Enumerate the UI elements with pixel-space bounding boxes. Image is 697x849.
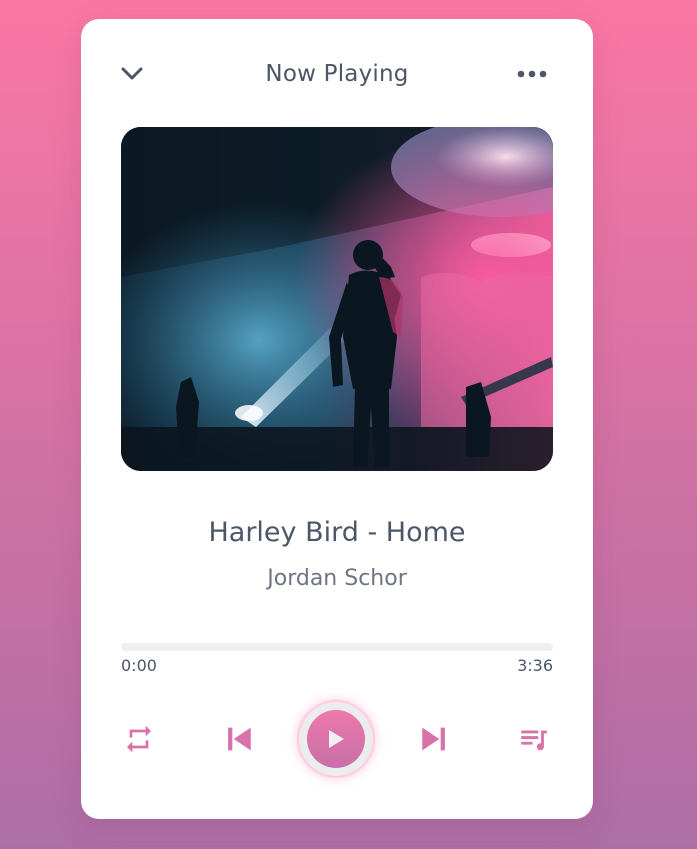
play-button[interactable]	[299, 702, 373, 776]
current-time: 0:00	[121, 656, 157, 675]
track-title: Harley Bird - Home	[208, 517, 466, 548]
next-track-button[interactable]	[415, 719, 455, 759]
total-time: 3:36	[517, 656, 553, 675]
more-horizontal-icon	[517, 70, 547, 78]
play-icon	[329, 730, 344, 748]
playback-controls	[81, 699, 593, 779]
repeat-button[interactable]	[119, 719, 159, 759]
track-artist: Jordan Schor	[267, 566, 407, 591]
repeat-icon	[127, 725, 151, 753]
playlist-icon	[521, 730, 547, 751]
skip-previous-icon	[228, 727, 251, 751]
more-options-button[interactable]	[515, 57, 549, 91]
skip-next-icon	[422, 727, 445, 751]
player-card: Now Playing Harley Bird - Home Jordan Sc…	[81, 19, 593, 819]
player-header: Now Playing	[81, 19, 593, 129]
previous-track-button[interactable]	[218, 719, 258, 759]
album-cover-image	[121, 127, 553, 471]
queue-button[interactable]	[514, 719, 554, 759]
play-button-face	[307, 710, 365, 768]
progress-bar[interactable]	[121, 643, 553, 651]
